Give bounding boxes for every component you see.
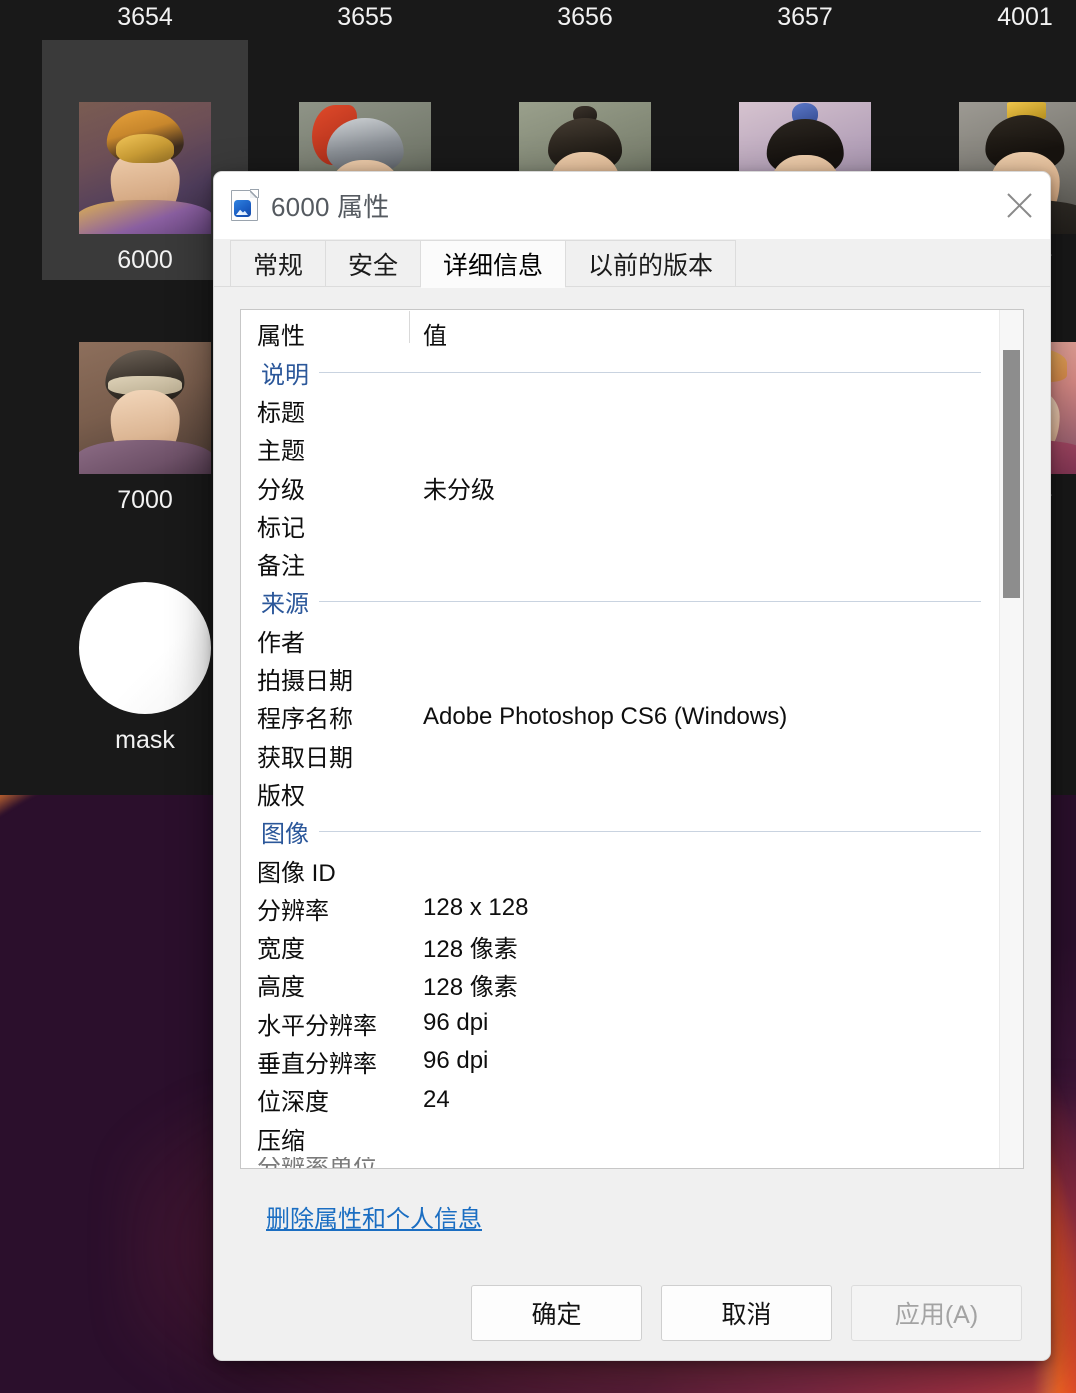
property-group-description: 说明 xyxy=(241,353,999,391)
ok-button[interactable]: 确定 xyxy=(471,1285,642,1341)
property-row-authors[interactable]: 作者 xyxy=(241,621,999,659)
portrait-robe xyxy=(79,439,211,474)
property-row-width[interactable]: 宽度 128 像素 xyxy=(241,927,999,965)
group-rule xyxy=(319,831,981,833)
property-row-comments[interactable]: 备注 xyxy=(241,544,999,582)
property-list-scrollbar[interactable] xyxy=(999,310,1023,1168)
portrait-armor xyxy=(79,199,211,234)
property-row-bit-depth[interactable]: 位深度 24 xyxy=(241,1081,999,1119)
column-label-3657: 3657 xyxy=(777,3,833,31)
property-row-subject[interactable]: 主题 xyxy=(241,430,999,468)
image-file-icon xyxy=(231,189,259,221)
remove-properties-link[interactable]: 删除属性和个人信息 xyxy=(266,1206,482,1233)
portrait-helmet-crest xyxy=(115,133,175,163)
column-label-3655: 3655 xyxy=(337,3,393,31)
tab-content-details: 属性 值 说明 标题 主题 分级 未分级 标记 备注 来源 作者 拍摄日期 程序… xyxy=(214,287,1050,1266)
tab-general[interactable]: 常规 xyxy=(230,240,327,287)
property-row-horizontal-resolution[interactable]: 水平分辨率 96 dpi xyxy=(241,1004,999,1042)
property-row-rating[interactable]: 分级 未分级 xyxy=(241,468,999,506)
dialog-titlebar: 6000 属性 xyxy=(214,172,1050,239)
property-row-copyright[interactable]: 版权 xyxy=(241,774,999,812)
dialog-title: 6000 属性 xyxy=(271,192,390,222)
tab-strip[interactable]: 常规 安全 详细信息 以前的版本 xyxy=(214,239,1050,288)
column-label-3656: 3656 xyxy=(557,3,613,31)
property-row-image-id[interactable]: 图像 ID xyxy=(241,851,999,889)
column-label-3654: 3654 xyxy=(117,3,173,31)
property-row-tags[interactable]: 标记 xyxy=(241,506,999,544)
thumbnail-7000 xyxy=(79,342,211,474)
property-row-program-name[interactable]: 程序名称 Adobe Photoshop CS6 (Windows) xyxy=(241,698,999,736)
dialog-button-bar: 确定 取消 应用(A) xyxy=(214,1266,1050,1360)
properties-dialog[interactable]: 6000 属性 常规 安全 详细信息 以前的版本 属性 值 说明 标题 主题 分… xyxy=(213,171,1051,1361)
tab-previous-versions[interactable]: 以前的版本 xyxy=(565,240,737,287)
property-header-row: 属性 值 xyxy=(241,310,999,353)
file-tile-label: 6000 xyxy=(117,246,173,274)
file-tile-label: 7000 xyxy=(117,486,173,514)
property-group-origin: 来源 xyxy=(241,583,999,621)
property-list[interactable]: 属性 值 说明 标题 主题 分级 未分级 标记 备注 来源 作者 拍摄日期 程序… xyxy=(240,309,1024,1169)
tab-security[interactable]: 安全 xyxy=(325,240,422,287)
property-header-value: 值 xyxy=(409,310,447,351)
property-row-compression[interactable]: 压缩 xyxy=(241,1119,999,1157)
property-row-date-acquired[interactable]: 获取日期 xyxy=(241,736,999,774)
file-tile-label: mask xyxy=(115,726,175,754)
property-row-clipped[interactable]: 分辨率单位 xyxy=(241,1157,999,1168)
cancel-button[interactable]: 取消 xyxy=(661,1285,832,1341)
thumbnail-mask xyxy=(79,582,211,714)
property-group-image: 图像 xyxy=(241,813,999,851)
tab-details[interactable]: 详细信息 xyxy=(420,240,567,288)
property-row-vertical-resolution[interactable]: 垂直分辨率 96 dpi xyxy=(241,1042,999,1080)
property-row-dimensions[interactable]: 分辨率 128 x 128 xyxy=(241,889,999,927)
group-rule xyxy=(319,371,981,373)
property-rows: 属性 值 说明 标题 主题 分级 未分级 标记 备注 来源 作者 拍摄日期 程序… xyxy=(241,310,999,1168)
thumbnail-6000 xyxy=(79,102,211,234)
property-row-title[interactable]: 标题 xyxy=(241,391,999,429)
close-button[interactable] xyxy=(988,172,1050,239)
remove-properties-line: 删除属性和个人信息 xyxy=(240,1169,1024,1234)
property-row-date-taken[interactable]: 拍摄日期 xyxy=(241,659,999,697)
column-label-4001: 4001 xyxy=(997,3,1053,31)
group-rule xyxy=(319,601,981,603)
apply-button[interactable]: 应用(A) xyxy=(851,1285,1022,1341)
property-header-name: 属性 xyxy=(257,322,305,350)
close-icon xyxy=(1006,192,1033,219)
property-row-height[interactable]: 高度 128 像素 xyxy=(241,966,999,1004)
scrollbar-thumb[interactable] xyxy=(1003,350,1020,598)
